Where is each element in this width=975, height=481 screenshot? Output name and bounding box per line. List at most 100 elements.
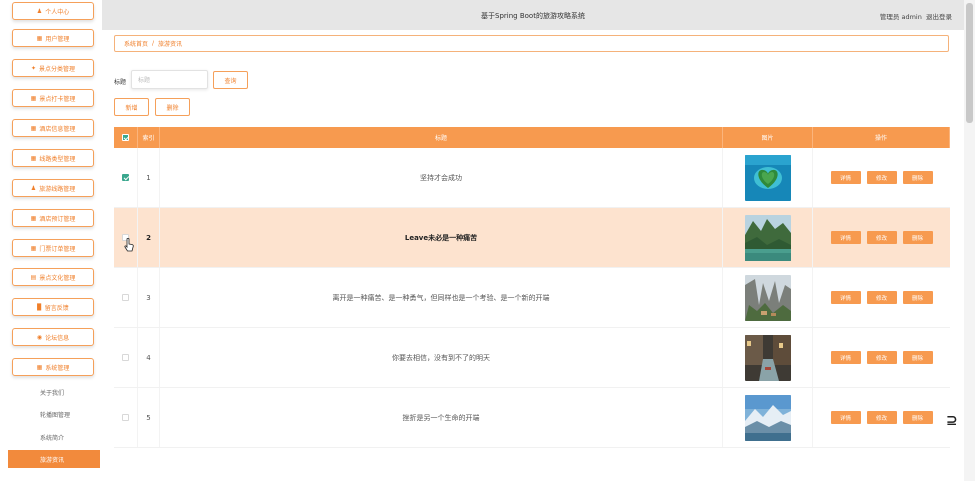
header-checkbox-cell	[114, 127, 138, 148]
sidebar: ♟ 个人中心 ▦ 用户管理 ✦ 景点分类管理 ▦ 景点打卡管理 ▦ 酒店信息管理 ▦ 线路类…	[0, 0, 102, 481]
detail-button[interactable]: 详情	[830, 411, 861, 424]
search-placeholder: 标题	[138, 77, 151, 84]
row-checkbox-cell	[114, 148, 138, 207]
news-table: 索引 标题 图片 操作 1 坚持才会成功 详情 修改 删除 2 Leave未必是…	[114, 127, 950, 448]
row-ops: 详情 修改 删除	[813, 388, 950, 447]
submenu-travel-news[interactable]: 旅游资讯	[8, 450, 100, 468]
add-button[interactable]: 新增	[114, 98, 149, 116]
header-ops: 操作	[813, 127, 950, 148]
menu-forum[interactable]: ◉ 论坛信息	[12, 328, 94, 346]
table-row: 5 挫折是另一个生命的开端 详情 修改 删除	[114, 388, 950, 448]
row-checkbox[interactable]	[122, 294, 129, 301]
menu-hotel-info[interactable]: ▦ 酒店信息管理	[12, 119, 94, 137]
chart-icon: ▉	[37, 303, 42, 311]
menu-feedback[interactable]: ▉ 留言反馈	[12, 298, 94, 316]
river-valley-photo	[744, 214, 791, 261]
row-checkbox[interactable]	[122, 354, 129, 361]
table-row: 3 离开是一种痛苦、是一种勇气，但同样也是一个考验、是一个新的开端 详情 修改 …	[114, 268, 950, 328]
grid-icon: ▦	[30, 154, 37, 162]
row-index: 3	[138, 268, 160, 327]
submenu-system-intro[interactable]: 系统简介	[8, 428, 100, 446]
submenu-carousel[interactable]: 轮播图管理	[8, 405, 100, 423]
table-row: 1 坚持才会成功 详情 修改 删除	[114, 148, 950, 208]
menu-scenic-category[interactable]: ✦ 景点分类管理	[12, 59, 94, 77]
delete-button[interactable]: 删除	[902, 171, 933, 184]
row-title: Leave未必是一种痛苦	[160, 208, 723, 267]
grid-icon: ▦	[36, 363, 43, 371]
chat-icon: ◉	[36, 333, 43, 341]
detail-button[interactable]: 详情	[830, 231, 861, 244]
delete-button[interactable]: 删除	[902, 411, 933, 424]
delete-button[interactable]: 删除	[902, 351, 933, 364]
edit-button[interactable]: 修改	[866, 411, 897, 424]
doc-icon: ▤	[30, 273, 37, 281]
row-image-cell	[723, 328, 813, 387]
menu-ticket-orders[interactable]: ▦ 门票订单管理	[12, 239, 94, 257]
user-icon: ♟	[36, 7, 43, 15]
table-row: 2 Leave未必是一种痛苦 详情 修改 删除	[114, 208, 950, 268]
detail-button[interactable]: 详情	[830, 351, 861, 364]
user-icon: ♟	[30, 184, 37, 192]
canal-town-photo	[744, 334, 791, 381]
menu-scenic-checkin[interactable]: ▦ 景点打卡管理	[12, 89, 94, 107]
edit-button[interactable]: 修改	[866, 231, 897, 244]
row-checkbox[interactable]	[122, 414, 129, 421]
row-checkbox-cell	[114, 388, 138, 447]
menu-travel-route[interactable]: ♟ 旅游线路管理	[12, 179, 94, 197]
select-all-checkbox[interactable]	[122, 134, 129, 141]
user-area: 管理员 admin 退出登录	[880, 11, 952, 21]
row-title: 挫折是另一个生命的开端	[160, 388, 723, 447]
edit-button[interactable]: 修改	[866, 171, 897, 184]
row-ops: 详情 修改 删除	[813, 208, 950, 267]
breadcrumb: 系统首页 / 旅游资讯	[114, 35, 949, 52]
breadcrumb-separator: /	[152, 40, 155, 47]
detail-button[interactable]: 详情	[830, 171, 861, 184]
edit-button[interactable]: 修改	[866, 351, 897, 364]
detail-button[interactable]: 详情	[830, 291, 861, 304]
delete-button[interactable]: 删除	[902, 231, 933, 244]
grid-icon: ▦	[30, 124, 37, 132]
breadcrumb-current: 旅游资讯	[158, 41, 183, 48]
row-index: 2	[138, 208, 160, 267]
scrollbar-thumb[interactable]	[966, 3, 973, 123]
row-checkbox-cell	[114, 268, 138, 327]
menu-scenic-culture[interactable]: ▤ 景点文化管理	[12, 268, 94, 286]
row-title: 离开是一种痛苦、是一种勇气，但同样也是一个考验、是一个新的开端	[160, 268, 723, 327]
row-index: 1	[138, 148, 160, 207]
row-ops: 详情 修改 删除	[813, 268, 950, 327]
grid-icon: ▦	[30, 94, 37, 102]
row-image-cell	[723, 148, 813, 207]
edit-button[interactable]: 修改	[866, 291, 897, 304]
row-image-cell	[723, 388, 813, 447]
row-image-cell	[723, 208, 813, 267]
menu-route-type[interactable]: ▦ 线路类型管理	[12, 149, 94, 167]
row-image-cell	[723, 268, 813, 327]
row-title: 你要去相信，没有到不了的明天	[160, 328, 723, 387]
mountain-lake-photo	[744, 394, 791, 441]
user-label: 管理员 admin	[879, 13, 922, 21]
menu-hotel-booking[interactable]: ▦ 酒店预订管理	[12, 209, 94, 227]
breadcrumb-home[interactable]: 系统首页	[124, 39, 148, 48]
header-title: 标题	[160, 127, 723, 148]
menu-personal-center[interactable]: ♟ 个人中心	[12, 2, 94, 20]
cliff-village-photo	[744, 274, 791, 321]
menu-user-management[interactable]: ▦ 用户管理	[12, 29, 94, 47]
row-index: 5	[138, 388, 160, 447]
logout-link[interactable]: 退出登录	[926, 13, 952, 21]
table-row: 4 你要去相信，没有到不了的明天 详情 修改 删除	[114, 328, 950, 388]
table-header: 索引 标题 图片 操作	[114, 127, 950, 148]
header-index: 索引	[138, 127, 160, 148]
search-label: 标题	[114, 79, 127, 86]
submenu-about-us[interactable]: 关于我们	[8, 383, 100, 401]
delete-button[interactable]: 删除	[902, 291, 933, 304]
row-ops: 详情 修改 删除	[813, 148, 950, 207]
batch-delete-button[interactable]: 删除	[155, 98, 190, 116]
search-button[interactable]: 查询	[213, 71, 248, 89]
row-ops: 详情 修改 删除	[813, 328, 950, 387]
search-input[interactable]: 标题	[131, 70, 208, 89]
menu-system-management[interactable]: ▦ 系统管理	[12, 358, 94, 376]
grid-icon: ▦	[30, 244, 37, 252]
app-title: 基于Spring Boot的旅游攻略系统	[481, 12, 585, 20]
row-checkbox[interactable]	[122, 174, 129, 181]
row-title: 坚持才会成功	[160, 148, 723, 207]
